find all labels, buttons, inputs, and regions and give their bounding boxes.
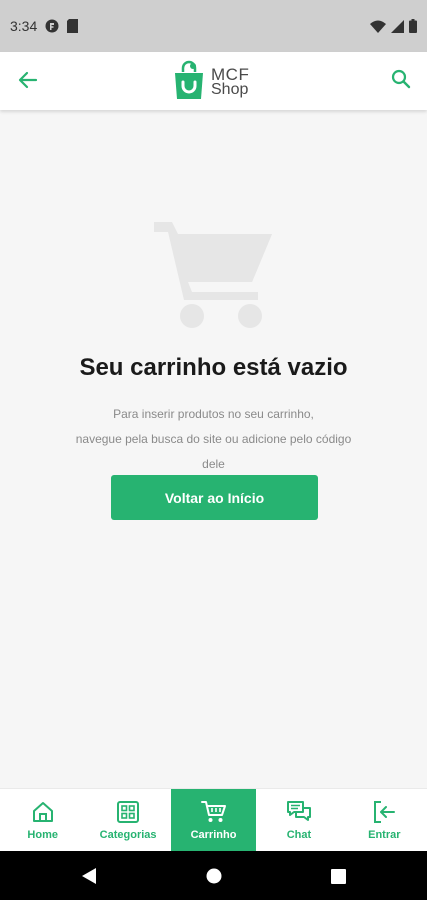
chat-icon — [286, 800, 312, 824]
search-button[interactable] — [387, 67, 415, 95]
system-navigation-bar — [0, 851, 427, 900]
login-icon — [372, 800, 396, 824]
nav-item-label: Home — [27, 828, 58, 841]
battery-icon — [409, 19, 417, 33]
empty-cart-description: Para inserir produtos no seu carrinho, n… — [50, 402, 377, 477]
system-recents-icon[interactable] — [329, 867, 347, 885]
shopping-bag-icon — [173, 60, 205, 105]
signal-icon — [391, 19, 404, 33]
arrow-left-icon — [18, 70, 38, 95]
status-bar: 3:34 — [0, 0, 427, 52]
app-header: MCF Shop — [0, 52, 427, 110]
nav-item-label: Categorias — [99, 828, 157, 841]
system-back-icon[interactable] — [80, 867, 98, 885]
nav-item-label: Entrar — [368, 828, 401, 841]
nav-item-label: Carrinho — [190, 828, 237, 841]
nav-item-label: Chat — [286, 828, 312, 841]
logo-text-mcf: MCF — [211, 65, 250, 84]
nav-item-chat[interactable]: Chat — [256, 789, 341, 851]
sim-card-icon — [67, 19, 79, 33]
wifi-icon — [370, 20, 386, 33]
search-icon — [391, 69, 411, 94]
nav-item-carrinho[interactable]: Carrinho — [170, 789, 257, 851]
back-button[interactable] — [14, 68, 42, 96]
bottom-navigation: Home Categorias Carrinho Chat Entrar — [0, 788, 427, 851]
empty-cart-section: Seu carrinho está vazio Para inserir pro… — [0, 110, 427, 788]
nav-item-categorias[interactable]: Categorias — [85, 789, 170, 851]
shopping-cart-icon — [152, 212, 276, 336]
cart-icon — [200, 800, 227, 824]
empty-cart-title: Seu carrinho está vazio — [79, 354, 348, 381]
categories-grid-icon — [116, 800, 140, 824]
status-time: 3:34 — [10, 18, 38, 34]
logo-text-shop: Shop — [211, 81, 249, 98]
back-to-home-button[interactable]: Voltar ao Início — [111, 475, 318, 520]
description-line: dele — [202, 457, 225, 471]
mcf-shop-logo[interactable]: MCF Shop — [173, 60, 249, 104]
description-line: Para inserir produtos no seu carrinho, — [113, 407, 314, 421]
app-notification-icon — [45, 19, 59, 33]
home-icon — [31, 800, 55, 824]
description-line: navegue pela busca do site ou adicione p… — [75, 432, 352, 446]
system-home-icon[interactable] — [205, 867, 223, 885]
nav-item-entrar[interactable]: Entrar — [342, 789, 427, 851]
nav-item-home[interactable]: Home — [0, 789, 85, 851]
